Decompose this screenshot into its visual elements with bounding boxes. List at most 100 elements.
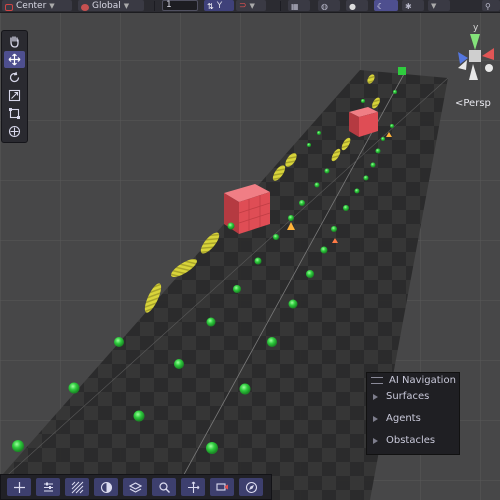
ai-navigation-header[interactable]: AI Navigation [367, 373, 459, 387]
gizmo-neg-z-axis-icon [485, 64, 493, 72]
waypoint [314, 182, 320, 188]
magnet-snap-button[interactable]: ⊃ ▼ [236, 0, 266, 11]
hand-icon [10, 36, 19, 48]
waypoint [299, 200, 305, 206]
transform-overlay-button[interactable] [181, 478, 205, 496]
rect-icon [9, 108, 20, 119]
view-effects-button[interactable]: ▼ [428, 0, 450, 11]
toolbar-separator [154, 1, 155, 11]
waypoint [227, 222, 235, 230]
view-debug-button[interactable]: ✱ [402, 0, 424, 11]
scene-toolbar: Center ▼ Global ▼ 1 ⇅ Y ⊃ ▼ ▦ ◍ ● ☾ ✱ ▼ … [0, 0, 500, 13]
view-shading-button[interactable]: ◍ [318, 0, 340, 11]
gizmo-y-label: y [473, 23, 479, 33]
snap-value-field[interactable]: 1 [162, 0, 198, 11]
waypoint [174, 359, 184, 369]
waypoint [320, 246, 328, 254]
ai-navigation-overlay: AI Navigation Surfaces Agents Obstacles [366, 372, 460, 455]
hatch-icon [71, 481, 83, 493]
toolbar-separator [280, 1, 281, 11]
layers-overlay-button[interactable] [123, 478, 147, 496]
waypoint [354, 188, 360, 194]
half-circle-icon [100, 481, 112, 493]
scene-tools-button[interactable]: ⚲ [482, 0, 500, 11]
chevron-down-icon: ▼ [49, 2, 55, 10]
waypoint [206, 442, 218, 454]
waypoint [370, 162, 376, 168]
waypoint [206, 317, 216, 327]
waypoint [273, 234, 279, 240]
waypoint [68, 382, 80, 394]
move-overlay-button[interactable] [7, 478, 31, 496]
chevron-down-icon: ▼ [431, 2, 437, 10]
camera-icon [215, 482, 228, 491]
waypoint [239, 383, 251, 395]
gizmo-neg-y-axis-icon [469, 64, 478, 80]
chevron-down-icon: ▼ [249, 2, 255, 10]
bug-icon: ✱ [405, 2, 412, 11]
agents-foldout[interactable]: Agents [373, 413, 421, 424]
axis-label: Y [216, 1, 223, 11]
scale-icon [8, 89, 21, 102]
hand-tool-button[interactable] [4, 33, 25, 50]
pivot-icon [5, 4, 13, 11]
waypoint [390, 124, 394, 128]
rect-tool-button[interactable] [4, 105, 25, 122]
draw-mode-button[interactable] [94, 478, 118, 496]
orientation-gizmo[interactable]: y [440, 18, 500, 96]
obstacles-label: Obstacles [386, 435, 436, 446]
obstacles-foldout[interactable]: Obstacles [373, 435, 435, 446]
agents-label: Agents [386, 413, 421, 424]
circle-icon: ● [349, 2, 356, 11]
grid-icon: ▦ [291, 2, 299, 11]
waypoint [133, 410, 145, 422]
waypoint [361, 99, 365, 103]
camera-overlay-button[interactable] [210, 478, 234, 496]
view-grid-button[interactable]: ▦ [288, 0, 310, 11]
snap-value: 1 [166, 0, 172, 10]
projection-label[interactable]: <Persp [455, 98, 491, 109]
waypoint [288, 299, 298, 309]
settings-overlay-button[interactable] [36, 478, 60, 496]
axis-snap-button[interactable]: ⇅ Y [204, 0, 234, 11]
move-tool-button[interactable] [4, 51, 25, 68]
waypoint [317, 131, 321, 135]
navigation-overlay-button[interactable] [239, 478, 263, 496]
moon-icon: ☾ [377, 2, 385, 11]
waypoint [375, 148, 381, 154]
waypoint [12, 440, 24, 452]
tools-icon: ⚲ [485, 2, 491, 11]
drag-handle-icon[interactable] [371, 376, 383, 384]
transform-icon [8, 125, 21, 138]
rotate-tool-button[interactable] [4, 69, 25, 86]
rotate-icon [9, 71, 20, 83]
expand-arrow-icon [373, 393, 378, 400]
compass-icon [245, 481, 257, 493]
view-render-mode-button[interactable]: ☾ [374, 0, 398, 11]
transform-tool-button[interactable] [4, 123, 25, 140]
ai-navigation-title: AI Navigation [389, 374, 456, 386]
view-lighting-button[interactable]: ● [346, 0, 368, 11]
waypoint [331, 226, 337, 232]
search-overlay-button[interactable] [152, 478, 176, 496]
scale-tool-button[interactable] [4, 87, 25, 104]
waypoint [343, 205, 349, 211]
waypoint [363, 175, 369, 181]
space-mode-label: Global [92, 1, 121, 11]
pivot-mode-dropdown[interactable]: Center ▼ [2, 0, 72, 11]
waypoint [393, 90, 397, 94]
magnet-icon: ⊃ [239, 1, 247, 11]
chevron-down-icon: ▼ [123, 2, 130, 10]
goal-marker [398, 67, 406, 75]
layers-icon [128, 481, 142, 493]
grid-overlay-button[interactable] [65, 478, 89, 496]
move-icon [13, 481, 25, 493]
space-mode-dropdown[interactable]: Global ▼ [78, 0, 144, 11]
surfaces-foldout[interactable]: Surfaces [373, 391, 429, 402]
move-arrows-icon [187, 481, 199, 493]
waypoint [381, 137, 385, 141]
expand-arrow-icon [373, 437, 378, 444]
gizmo-x-axis-icon [482, 48, 494, 60]
waypoint [267, 337, 277, 347]
overlay-toolbar [0, 474, 272, 500]
